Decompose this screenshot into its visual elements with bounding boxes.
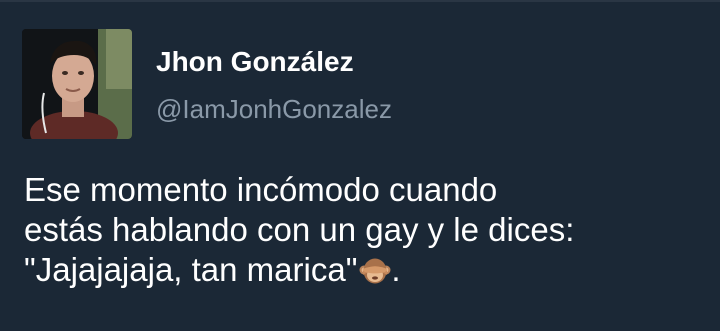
tweet-line-last: "Jajajajaja, tan marica" . [24,250,704,290]
see-no-evil-monkey-icon [359,255,391,287]
profile-photo-icon [22,29,132,139]
avatar[interactable] [22,29,132,139]
tweet-line: Ese momento incómodo cuando [24,171,498,208]
tweet-line: estás hablando con un gay y le dices: [24,211,575,248]
top-divider [0,0,720,2]
tweet-trailing-period: . [391,251,401,288]
tweet-text: Ese momento incómodo cuando estás hablan… [24,170,704,290]
tweet-line-text: "Jajajajaja, tan marica" [24,251,358,288]
user-handle[interactable]: @IamJonhGonzalez [156,94,392,124]
display-name[interactable]: Jhon González [156,46,354,78]
tweet-card: Jhon González @IamJonhGonzalez Ese momen… [0,0,720,331]
